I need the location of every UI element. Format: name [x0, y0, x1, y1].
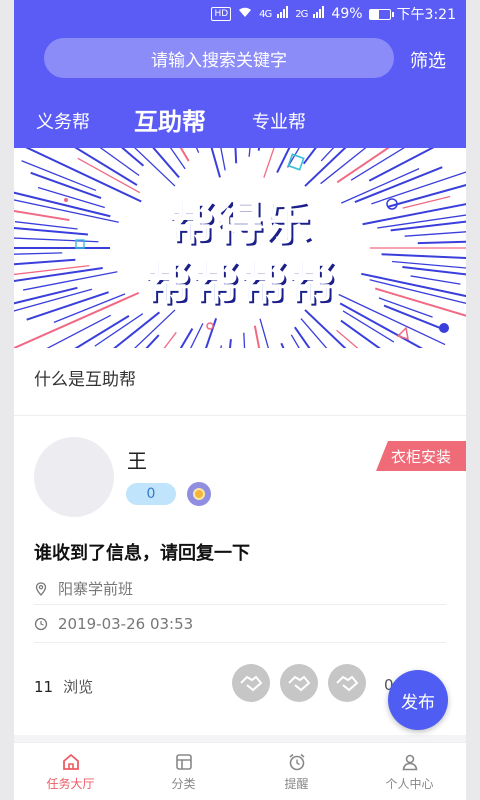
tab-category[interactable]: 分类 [127, 743, 240, 800]
handshake-icon[interactable] [328, 664, 366, 702]
status-bar: HD 4G 2G 49% 下午3:21 [14, 0, 466, 28]
avatar[interactable] [34, 437, 114, 517]
filter-button[interactable]: 筛选 [410, 47, 446, 73]
publish-button[interactable]: 发布 [388, 670, 448, 730]
header: 请输入搜索关键字 筛选 义务帮 互助帮 专业帮 [14, 28, 466, 148]
tab-label: 分类 [171, 776, 196, 791]
category-tag: 衣柜安装 [376, 441, 466, 471]
user-icon [402, 754, 417, 770]
hd-indicator: HD [211, 7, 232, 21]
location-pin-icon [35, 581, 47, 596]
banner-decoration [439, 323, 449, 333]
clock: 下午3:21 [396, 7, 456, 23]
banner-ray [336, 148, 390, 184]
signal-icon [277, 6, 289, 22]
tab-label: 个人中心 [385, 776, 434, 791]
location-text: 阳寨学前班 [58, 580, 134, 598]
banner-decoration [396, 326, 409, 341]
points-badge: 0 [126, 483, 176, 505]
battery-icon [368, 8, 394, 20]
category-icon [175, 753, 192, 770]
alarm-icon [288, 753, 305, 770]
bottom-tab-bar: 任务大厅 分类 提醒 个人中心 [14, 742, 466, 800]
time-row: 2019-03-26 03:53 [34, 615, 193, 633]
banner-ray [259, 318, 269, 348]
banner-decoration [206, 322, 214, 330]
wifi-icon [237, 6, 253, 22]
banner-ray [94, 313, 144, 347]
banner-ray [280, 342, 285, 348]
signal-4g: 4G [259, 8, 272, 20]
medal-icon [187, 482, 211, 506]
home-icon [62, 753, 79, 770]
divider [34, 642, 446, 643]
battery-percent: 49% [331, 6, 363, 22]
banner-ray [169, 148, 186, 170]
banner-ray [220, 345, 223, 348]
tab-reminder[interactable]: 提醒 [240, 743, 353, 800]
banner-ray [134, 148, 176, 187]
divider [34, 604, 446, 605]
location-row: 阳寨学前班 [34, 578, 133, 599]
views-label: 浏览 [63, 678, 94, 696]
handshake-icon[interactable] [280, 664, 318, 702]
tab-zhuanyebang[interactable]: 专业帮 [252, 108, 306, 134]
banner-ray [257, 148, 261, 151]
banner-ray [229, 339, 232, 348]
search-placeholder: 请输入搜索关键字 [151, 50, 287, 71]
post-title[interactable]: 谁收到了信息，请回复一下 [34, 539, 250, 565]
banner-ray [253, 325, 261, 348]
banner-ray [263, 148, 275, 178]
tab-label: 任务大厅 [46, 776, 95, 791]
banner-ray [248, 148, 251, 157]
tab-label: 提醒 [284, 776, 309, 791]
views-counter: 11 浏览 [34, 676, 93, 697]
post-datetime: 2019-03-26 03:53 [58, 615, 194, 633]
banner-ray [210, 148, 221, 178]
tab-huzhubang[interactable]: 互助帮 [134, 102, 206, 137]
tab-yiwubang[interactable]: 义务帮 [36, 108, 90, 134]
divider [14, 415, 466, 416]
views-count: 11 [34, 678, 54, 696]
signal-2g: 2G [295, 8, 308, 20]
banner-title: 帮得乐 [167, 194, 312, 250]
promo-banner[interactable]: 帮得乐 帮帮帮帮 [14, 148, 466, 348]
banner-ray [195, 148, 200, 154]
helper-avatars [232, 664, 366, 702]
user-name: 王 [127, 449, 147, 473]
handshake-icon[interactable] [232, 664, 270, 702]
app-screen: HD 4G 2G 49% 下午3:21 请输入搜索关键字 筛选 义务帮 互助帮 … [14, 0, 466, 800]
banner-ray [220, 148, 226, 171]
tab-task-hall[interactable]: 任务大厅 [14, 743, 127, 800]
banner-subtitle: 帮帮帮帮 [143, 254, 336, 310]
search-input[interactable]: 请输入搜索关键字 [44, 38, 394, 78]
signal-icon-2 [313, 6, 325, 22]
banner-ray [243, 332, 246, 348]
banner-ray [350, 148, 405, 181]
banner-ray [99, 148, 140, 177]
what-is-link[interactable]: 什么是互助帮 [34, 365, 136, 390]
clock-icon [34, 617, 48, 631]
tab-profile[interactable]: 个人中心 [353, 743, 466, 800]
banner-ray [234, 148, 238, 164]
